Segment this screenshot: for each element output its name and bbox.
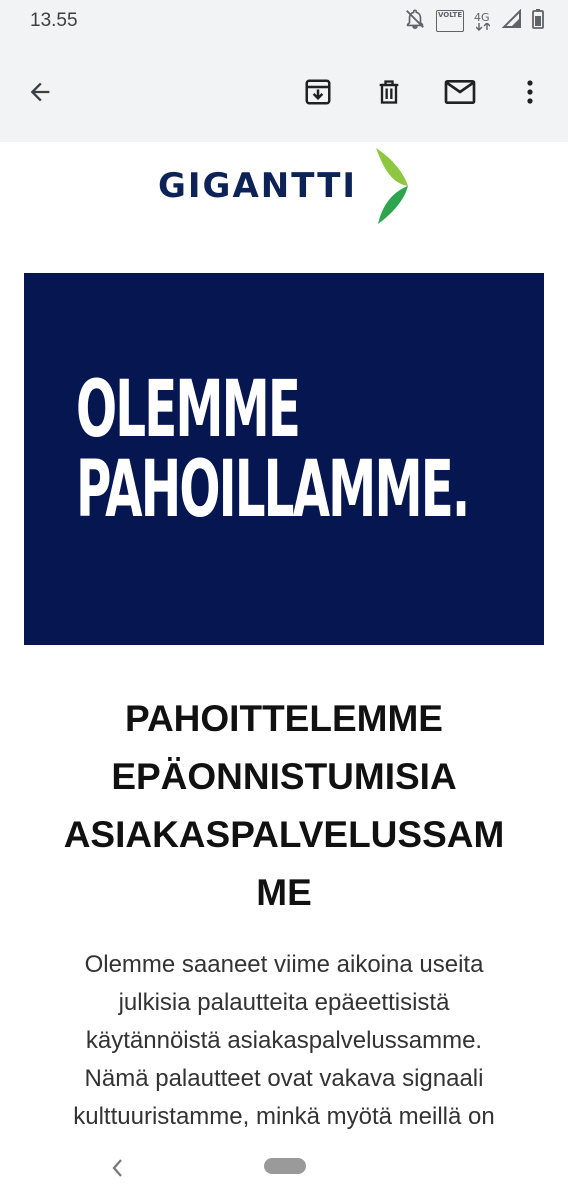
nav-back-button[interactable] [106,1154,130,1182]
hero-line-2: PAHOILLAMME. [76,445,470,535]
email-paragraph: Olemme saaneet viime aikoina useita julk… [40,946,528,1136]
logo-chevron-icon [376,148,408,224]
nav-back-icon [106,1159,130,1186]
heading-line: PAHOITTELEMME [125,698,443,739]
logo-text: GIGANTTI [158,166,358,206]
mail-icon [444,78,476,111]
paragraph-line: julkisia palautteita epäeettisistä [118,989,450,1016]
4g-icon: 4G [474,11,492,31]
gigantti-logo[interactable]: GIGANTTI [158,146,418,226]
system-nav-bar [0,1150,568,1200]
hero-line-1: OLEMME [76,365,301,455]
home-pill-icon[interactable] [264,1158,306,1174]
signal-icon [501,8,522,34]
notifications-off-icon [404,8,426,35]
hero-banner[interactable]: OLEMME PAHOILLAMME. [24,273,544,645]
more-vert-icon [526,79,534,110]
archive-icon [303,77,333,112]
paragraph-line: kulttuuristamme, minkä myötä meillä on [73,1103,495,1130]
email-body[interactable]: GIGANTTI OLEMME PAHOILLAMME. PAHOITTELEM… [0,142,568,1150]
paragraph-line: Nämä palautteet ovat vakava signaali [84,1065,484,1092]
status-time: 13.55 [30,10,78,31]
paragraph-line: Olemme saaneet viime aikoina useita [84,951,484,978]
email-toolbar [0,44,568,142]
more-options-button[interactable] [510,74,550,114]
heading-line: ME [256,872,312,913]
battery-icon [532,8,544,34]
paragraph-line: käytännöistä asiakaspalvelussamme. [85,1027,483,1054]
email-heading: PAHOITTELEMME EPÄONNISTUMISIA ASIAKASPAL… [40,690,528,922]
mark-unread-button[interactable] [440,74,480,114]
back-button[interactable] [20,74,60,114]
volte-icon: VOLTE [436,10,464,32]
arrow-back-icon [26,78,54,111]
delete-button[interactable] [369,74,409,114]
heading-line: ASIAKASPALVELUSSAM [63,814,505,855]
status-bar: 13.55 VOLTE 4G [0,0,568,44]
heading-line: EPÄONNISTUMISIA [111,756,457,797]
volte-label: VOLTE [438,11,463,19]
status-icons: VOLTE 4G [404,8,544,35]
delete-icon [375,77,403,112]
archive-button[interactable] [298,74,338,114]
